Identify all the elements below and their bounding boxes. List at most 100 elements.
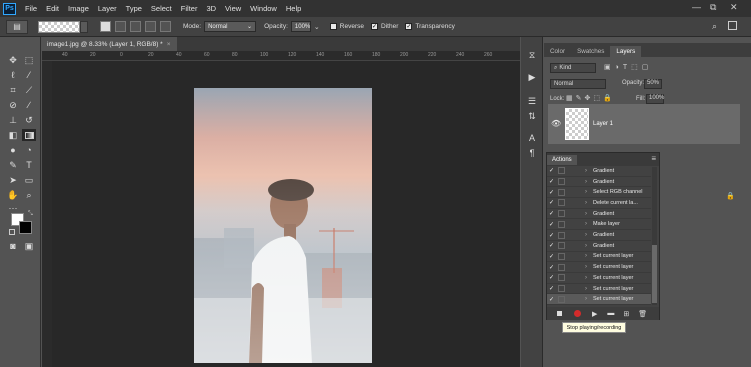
action-row[interactable]: ✓ › Set current layer — [547, 284, 651, 295]
default-colors-icon[interactable] — [9, 229, 15, 235]
minimize-button[interactable]: — — [692, 2, 701, 12]
lasso-tool-icon[interactable]: ℓ — [6, 69, 20, 81]
screen-mode-icon[interactable]: ▣ — [22, 240, 36, 252]
healing-brush-tool-icon[interactable]: ⊘ — [6, 99, 20, 111]
clone-stamp-tool-icon[interactable]: ⊥ — [6, 114, 20, 126]
linear-gradient-button[interactable] — [100, 21, 111, 32]
tab-layers[interactable]: Layers — [610, 46, 642, 57]
dither-checkbox[interactable] — [371, 23, 379, 30]
rectangle-tool-icon[interactable]: ▭ — [22, 174, 36, 186]
character-icon[interactable]: A — [525, 132, 539, 144]
path-selection-tool-icon[interactable]: ➤ — [6, 174, 20, 186]
reflected-gradient-button[interactable] — [145, 21, 156, 32]
panel-menu-icon[interactable]: ≡ — [651, 154, 656, 163]
actions-panel-title[interactable]: Actions — [547, 154, 577, 165]
eraser-tool-icon[interactable]: ◧ — [6, 129, 20, 141]
search-icon[interactable]: ⌕ — [712, 21, 717, 32]
fill-value: 100% — [649, 95, 665, 101]
restore-button[interactable]: ⧉ — [710, 2, 716, 13]
action-row[interactable]: ✓ › Gradient — [547, 166, 651, 177]
tab-color[interactable]: Color — [544, 46, 571, 57]
tab-swatches[interactable]: Swatches — [571, 46, 610, 57]
menu-3d[interactable]: 3D — [206, 4, 216, 13]
action-row[interactable]: ✓ › Delete current la... — [547, 198, 651, 209]
zoom-tool-icon[interactable]: ⌕ — [22, 189, 36, 201]
eyedropper-tool-icon[interactable]: ⟋ — [22, 84, 36, 96]
menu-window[interactable]: Window — [250, 4, 277, 13]
play-icon[interactable]: ▶ — [592, 310, 597, 318]
action-row[interactable]: ✓ › Set current layer — [547, 252, 651, 263]
move-tool-icon[interactable]: ✥ — [6, 54, 20, 66]
menu-help[interactable]: Help — [286, 4, 301, 13]
crop-tool-icon[interactable]: ⌗ — [6, 84, 20, 96]
history-brush-tool-icon[interactable]: ↺ — [22, 114, 36, 126]
paragraph-icon[interactable]: ¶ — [525, 147, 539, 159]
close-icon[interactable]: × — [167, 41, 171, 48]
history-icon[interactable]: ⧖ — [525, 49, 539, 61]
menu-image[interactable]: Image — [68, 4, 89, 13]
scrollbar-thumb[interactable] — [652, 245, 657, 303]
photoshop-logo[interactable]: Ps — [3, 2, 16, 15]
action-row[interactable]: ✓ › Set current layer — [547, 273, 651, 284]
menu-layer[interactable]: Layer — [98, 4, 117, 13]
action-row[interactable]: ✓ › Set current layer — [547, 262, 651, 273]
action-row-selected[interactable]: ✓ › Set current layer — [547, 294, 651, 306]
new-action-icon[interactable]: ⊞ — [623, 310, 629, 318]
workspace-icon[interactable] — [728, 21, 737, 30]
marquee-tool-icon[interactable]: ⬚ — [22, 54, 36, 66]
swap-colors-icon[interactable]: ⤡ — [28, 211, 33, 218]
action-row[interactable]: ✓ › Gradient — [547, 209, 651, 220]
mode-select[interactable]: Normal ⌄ — [204, 21, 257, 32]
delete-icon[interactable]: 🗑 — [638, 310, 647, 318]
eye-icon[interactable]: 👁 — [551, 119, 561, 128]
layer-filter-icons[interactable]: ▣◑T⬚▢ — [604, 63, 652, 71]
menu-select[interactable]: Select — [151, 4, 172, 13]
action-row[interactable]: ✓ › Gradient — [547, 177, 651, 188]
pen-tool-icon[interactable]: ✎ — [6, 159, 20, 171]
diamond-gradient-button[interactable] — [160, 21, 171, 32]
stop-icon[interactable] — [557, 311, 562, 316]
quick-mask-icon[interactable]: ◙ — [6, 240, 20, 252]
menu-filter[interactable]: Filter — [181, 4, 198, 13]
gradient-tool-icon[interactable] — [22, 129, 36, 141]
dodge-tool-icon[interactable]: ◔ — [22, 144, 36, 156]
background-color-swatch[interactable] — [19, 221, 32, 234]
properties-icon[interactable]: ☰ — [525, 95, 539, 107]
layer-row[interactable]: 👁 Layer 1 — [548, 104, 740, 144]
magic-wand-tool-icon[interactable]: ⁄ — [22, 69, 36, 81]
gradient-picker[interactable] — [38, 20, 80, 33]
reverse-checkbox[interactable] — [329, 23, 337, 30]
actions-icon[interactable]: ▶ — [525, 71, 539, 83]
blur-tool-icon[interactable]: ● — [6, 144, 20, 156]
brush-tool-icon[interactable]: ∕ — [22, 99, 36, 111]
new-set-icon[interactable]: ▬ — [607, 310, 614, 317]
actions-scrollbar[interactable] — [652, 167, 657, 305]
chevron-down-icon[interactable]: ⌄ — [314, 23, 320, 31]
adjustments-icon[interactable]: ⇅ — [525, 110, 539, 122]
close-button[interactable]: ✕ — [730, 2, 738, 13]
action-row[interactable]: ✓ › Make layer — [547, 220, 651, 231]
menu-edit[interactable]: Edit — [46, 4, 59, 13]
action-row[interactable]: ✓ › Select RGB channel — [547, 187, 651, 199]
layer-opacity-input[interactable]: 50% — [644, 79, 662, 89]
fill-input[interactable]: 100% — [646, 94, 664, 104]
hand-tool-icon[interactable]: ✋ — [6, 189, 20, 201]
radial-gradient-button[interactable] — [115, 21, 126, 32]
menu-view[interactable]: View — [225, 4, 241, 13]
transparency-checkbox[interactable] — [405, 23, 413, 30]
angle-gradient-button[interactable] — [130, 21, 141, 32]
record-icon[interactable] — [574, 310, 581, 317]
opacity-input[interactable]: 100% — [290, 21, 311, 32]
document-image[interactable] — [194, 88, 372, 363]
gradient-tool-icon[interactable]: ▤ — [6, 19, 28, 34]
menu-file[interactable]: File — [25, 4, 37, 13]
type-tool-icon[interactable]: T — [22, 159, 36, 171]
gradient-picker-dropdown-icon[interactable] — [80, 20, 88, 33]
blend-mode-select[interactable]: Normal — [550, 79, 606, 89]
document-tab[interactable]: image1.jpg @ 8.33% (Layer 1, RGB/8) * × — [42, 37, 177, 51]
menu-type[interactable]: Type — [126, 4, 142, 13]
action-row[interactable]: ✓ › Gradient — [547, 230, 651, 241]
lock-icons[interactable]: ▦✎✥⬚🔒 — [566, 94, 615, 102]
layer-filter-select[interactable]: ⌕ Kind — [550, 63, 596, 73]
action-row[interactable]: ✓ › Gradient — [547, 241, 651, 252]
